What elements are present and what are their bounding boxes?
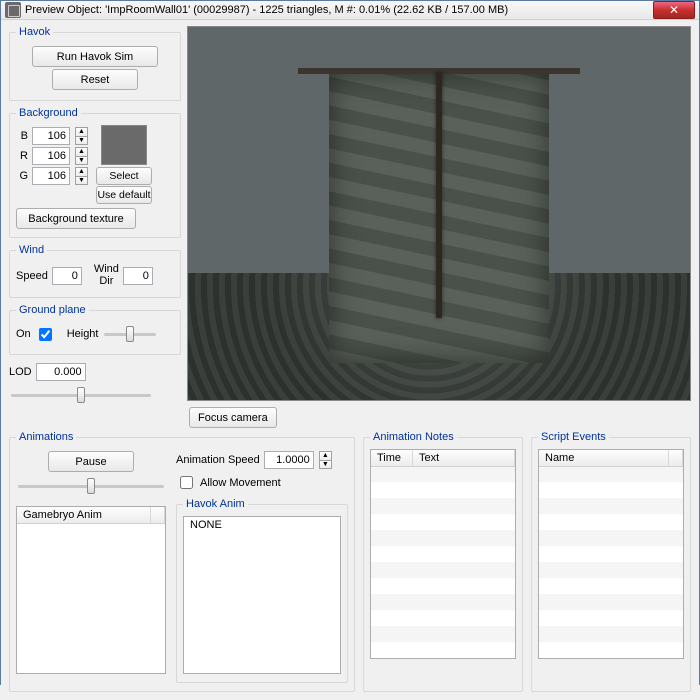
select-color-button[interactable]: Select: [96, 167, 152, 185]
notes-list[interactable]: Time Text: [370, 449, 516, 659]
bottom-row: Animations Pause Gamebryo Anim Animation…: [9, 407, 691, 692]
background-legend: Background: [16, 107, 81, 119]
anim-speed-label: Animation Speed: [176, 454, 260, 466]
left-panel: Havok Run Havok Sim Reset Background B ▲…: [9, 26, 181, 401]
gamebryo-header: Gamebryo Anim: [17, 507, 151, 523]
lod-label: LOD: [9, 366, 32, 378]
events-col-name[interactable]: Name: [539, 450, 669, 466]
ground-legend: Ground plane: [16, 304, 89, 316]
events-legend: Script Events: [538, 431, 609, 443]
wind-group: Wind Speed Wind Dir: [9, 244, 181, 298]
b-spin[interactable]: ▲▼: [75, 127, 88, 145]
lod-slider[interactable]: [11, 391, 151, 399]
preview-beam: [436, 72, 442, 318]
r-spin[interactable]: ▲▼: [75, 147, 88, 165]
animation-scrub-slider[interactable]: [18, 478, 164, 494]
color-swatch[interactable]: [101, 125, 147, 165]
events-list-body[interactable]: [539, 467, 683, 658]
use-default-button[interactable]: Use default: [96, 186, 152, 204]
script-events-group: Script Events Name: [531, 431, 691, 692]
havok-anim-value: NONE: [184, 517, 340, 673]
close-icon: ✕: [669, 3, 679, 17]
b-input[interactable]: [32, 127, 70, 145]
notes-col-time[interactable]: Time: [371, 450, 413, 466]
allow-movement-label: Allow Movement: [200, 477, 281, 489]
ground-on-checkbox[interactable]: [39, 328, 52, 341]
ground-plane-group: Ground plane On Height: [9, 304, 181, 355]
background-texture-button[interactable]: Background texture: [16, 208, 136, 229]
titlebar[interactable]: Preview Object: 'ImpRoomWall01' (0002998…: [1, 1, 699, 20]
ground-on-label: On: [16, 328, 31, 340]
animation-notes-group: Animation Notes Time Text: [363, 431, 523, 692]
window-body: Havok Run Havok Sim Reset Background B ▲…: [1, 20, 699, 700]
close-button[interactable]: ✕: [653, 1, 695, 19]
background-group: Background B ▲▼ R ▲▼: [9, 107, 181, 238]
titlebar-text: Preview Object: 'ImpRoomWall01' (0002998…: [25, 4, 653, 16]
gamebryo-anim-list[interactable]: Gamebryo Anim: [16, 506, 166, 674]
b-label: B: [16, 130, 28, 142]
animations-group: Animations Pause Gamebryo Anim Animation…: [9, 431, 355, 692]
g-input[interactable]: [32, 167, 70, 185]
g-label: G: [16, 170, 28, 182]
ground-height-label: Height: [67, 328, 99, 340]
r-input[interactable]: [32, 147, 70, 165]
allow-movement-checkbox[interactable]: [180, 476, 193, 489]
havok-anim-legend: Havok Anim: [183, 498, 248, 510]
events-list[interactable]: Name: [538, 449, 684, 659]
wind-speed-input[interactable]: [52, 267, 82, 285]
g-spin[interactable]: ▲▼: [75, 167, 88, 185]
wind-legend: Wind: [16, 244, 47, 256]
r-label: R: [16, 150, 28, 162]
notes-list-body[interactable]: [371, 467, 515, 658]
gamebryo-list-body[interactable]: [17, 524, 165, 673]
havok-anim-group: Havok Anim NONE: [176, 498, 348, 683]
reset-button[interactable]: Reset: [52, 69, 138, 90]
notes-col-text[interactable]: Text: [413, 450, 515, 466]
wind-dir-input[interactable]: [123, 267, 153, 285]
lod-input[interactable]: [36, 363, 86, 381]
havok-anim-list[interactable]: NONE: [183, 516, 341, 674]
pause-button[interactable]: Pause: [48, 451, 134, 472]
anim-speed-spin[interactable]: ▲▼: [319, 451, 332, 469]
preview-viewport[interactable]: [187, 26, 691, 401]
wind-dir-label: Wind Dir: [94, 264, 119, 287]
notes-legend: Animation Notes: [370, 431, 457, 443]
animations-legend: Animations: [16, 431, 76, 443]
havok-group: Havok Run Havok Sim Reset: [9, 26, 181, 101]
anim-speed-input[interactable]: [264, 451, 314, 469]
preview-window: Preview Object: 'ImpRoomWall01' (0002998…: [0, 0, 700, 685]
ground-height-slider[interactable]: [104, 326, 156, 342]
run-havok-button[interactable]: Run Havok Sim: [32, 46, 158, 67]
havok-legend: Havok: [16, 26, 53, 38]
app-icon: [5, 2, 21, 18]
wind-speed-label: Speed: [16, 270, 48, 282]
